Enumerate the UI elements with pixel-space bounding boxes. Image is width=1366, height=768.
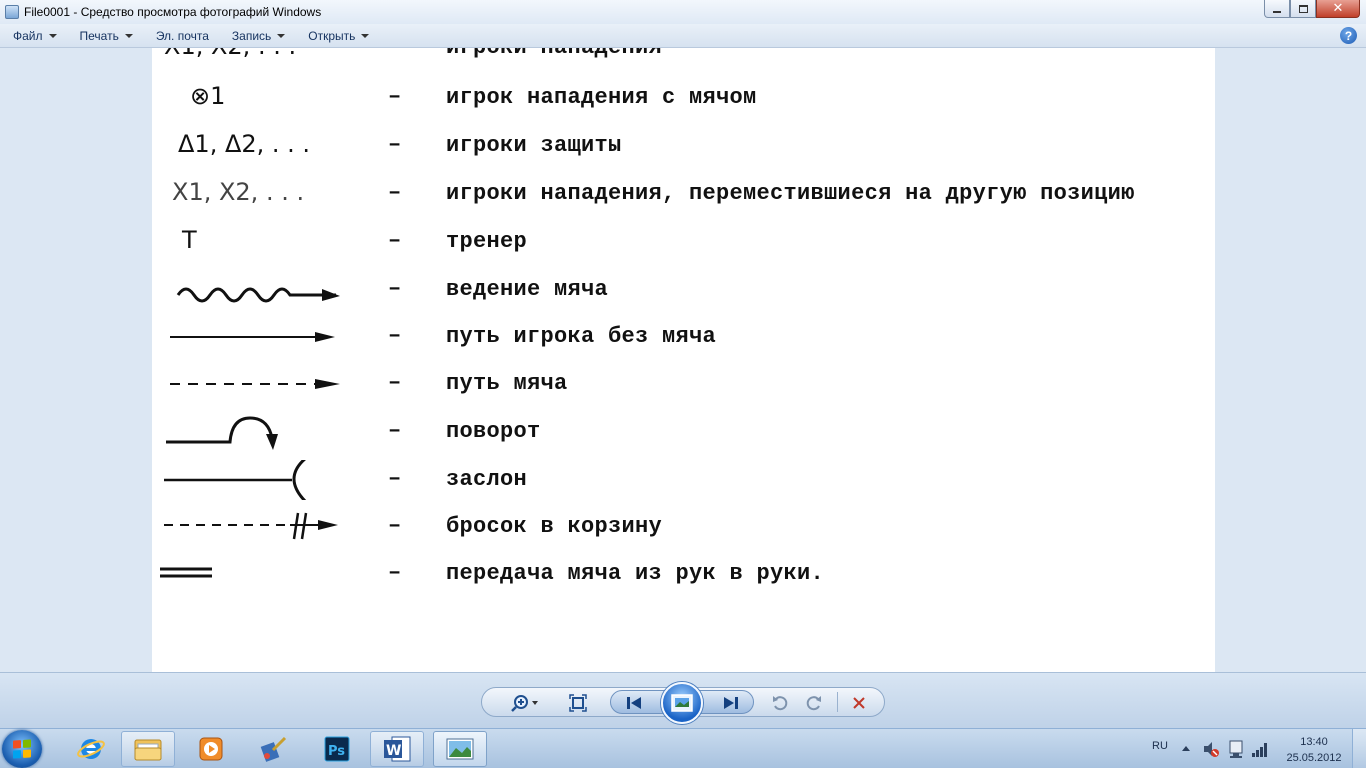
shot-arrow-icon bbox=[164, 512, 338, 540]
chevron-down-icon bbox=[124, 33, 133, 38]
help-icon[interactable]: ? bbox=[1340, 27, 1357, 44]
next-button[interactable] bbox=[719, 693, 743, 713]
taskbar-photo-viewer[interactable] bbox=[433, 731, 487, 767]
language-indicator[interactable]: RU bbox=[1152, 740, 1168, 752]
taskbar-paint-app[interactable] bbox=[247, 731, 301, 767]
actual-size-button[interactable] bbox=[566, 693, 590, 713]
taskbar: Ps W RU 13:40 25.05.2012 bbox=[0, 728, 1366, 768]
menu-email[interactable]: Эл. почта bbox=[143, 29, 219, 43]
menu-open[interactable]: Открыть bbox=[295, 29, 379, 43]
viewer-controls bbox=[0, 672, 1366, 728]
title-bar: File0001 - Средство просмотра фотографий… bbox=[0, 0, 1366, 24]
delete-button[interactable] bbox=[848, 693, 870, 713]
start-button[interactable] bbox=[2, 730, 42, 768]
taskbar-photoshop[interactable]: Ps bbox=[310, 731, 364, 767]
legend-symbol: Т bbox=[182, 226, 197, 254]
menu-burn[interactable]: Запись bbox=[219, 29, 295, 43]
handoff-line-icon bbox=[160, 567, 212, 578]
legend-row: Х1, Х2, . . . – игроки нападения, переме… bbox=[172, 178, 1135, 206]
minimize-icon bbox=[1273, 10, 1281, 13]
close-icon: ✕ bbox=[1332, 1, 1344, 16]
legend-row: ⊗1 – игрок нападения с мячом bbox=[190, 82, 757, 110]
legend-row: Т – тренер bbox=[182, 226, 528, 254]
legend-row: – передача мяча из рук в руки. bbox=[152, 554, 1215, 594]
scanned-document: Х1, Х2, . . . – игроки нападения ⊗1 – иг… bbox=[152, 48, 1215, 672]
legend-row: Х1, Х2, . . . – игроки нападения bbox=[152, 48, 1215, 68]
previous-icon bbox=[627, 697, 641, 709]
show-desktop-button[interactable] bbox=[1352, 729, 1366, 768]
maximize-button[interactable] bbox=[1290, 0, 1316, 18]
screen-line-icon bbox=[164, 460, 307, 500]
legend-row: – ведение мяча bbox=[152, 270, 1215, 310]
word-icon: W bbox=[384, 736, 411, 762]
legend-symbol: Х1, Х2, . . . bbox=[164, 48, 296, 60]
menu-bar: Файл Печать Эл. почта Запись Открыть ? bbox=[0, 24, 1366, 48]
network-icon[interactable] bbox=[1227, 739, 1245, 759]
rotate-right-button[interactable] bbox=[803, 693, 825, 713]
system-clock[interactable]: 13:40 25.05.2012 bbox=[1282, 734, 1346, 766]
svg-text:W: W bbox=[386, 743, 401, 759]
rotate-right-icon bbox=[806, 696, 821, 711]
legend-row: – путь мяча bbox=[152, 364, 1215, 404]
photo-viewer-icon bbox=[446, 738, 474, 760]
window-controls: ✕ bbox=[1264, 0, 1360, 18]
chevron-up-icon[interactable] bbox=[1181, 744, 1191, 752]
actual-size-icon bbox=[569, 694, 587, 712]
internet-explorer-icon bbox=[77, 739, 105, 759]
chevron-down-icon bbox=[48, 33, 57, 38]
folder-icon bbox=[134, 739, 162, 761]
dashed-arrow-icon bbox=[170, 379, 340, 389]
rotate-left-button[interactable] bbox=[769, 693, 791, 713]
legend-symbol: Δ1, Δ2, . . . bbox=[178, 130, 311, 158]
clock-time: 13:40 bbox=[1300, 736, 1328, 748]
separator bbox=[837, 692, 838, 712]
zoom-button[interactable] bbox=[508, 693, 544, 713]
window-title: File0001 - Средство просмотра фотографий… bbox=[24, 5, 322, 19]
delete-icon bbox=[853, 697, 865, 709]
close-button[interactable]: ✕ bbox=[1316, 0, 1360, 18]
taskbar-explorer[interactable] bbox=[121, 731, 175, 767]
legend-symbol: Х1, Х2, . . . bbox=[172, 178, 305, 206]
magnifier-icon bbox=[511, 695, 538, 712]
legend-row: – поворот bbox=[152, 412, 1215, 452]
legend-symbol: ⊗1 bbox=[190, 82, 226, 110]
signal-strength-icon[interactable] bbox=[1251, 741, 1269, 757]
rotate-left-icon bbox=[773, 696, 788, 711]
photo-viewer-icon bbox=[5, 5, 19, 19]
taskbar-internet-explorer[interactable] bbox=[64, 731, 118, 767]
dribble-line-icon bbox=[176, 287, 340, 303]
menu-file[interactable]: Файл bbox=[0, 29, 67, 43]
image-viewport[interactable]: Х1, Х2, . . . – игроки нападения ⊗1 – иг… bbox=[0, 48, 1366, 672]
legend-row: Δ1, Δ2, . . . – игроки защиты bbox=[178, 130, 622, 158]
taskbar-media-player[interactable] bbox=[184, 731, 238, 767]
volume-muted-icon[interactable] bbox=[1202, 740, 1220, 758]
slideshow-icon bbox=[671, 694, 693, 712]
windows-logo-icon bbox=[13, 739, 31, 759]
paint-brush-icon bbox=[260, 736, 287, 762]
clock-date: 25.05.2012 bbox=[1286, 752, 1342, 764]
turn-arrow-icon bbox=[166, 416, 278, 450]
svg-text:Ps: Ps bbox=[328, 744, 345, 759]
menu-print[interactable]: Печать bbox=[67, 29, 143, 43]
slideshow-button[interactable] bbox=[661, 682, 703, 724]
next-icon bbox=[724, 697, 738, 709]
chevron-down-icon bbox=[277, 33, 286, 38]
legend-row: – заслон bbox=[152, 460, 1215, 500]
chevron-down-icon bbox=[361, 33, 370, 38]
photoshop-icon: Ps bbox=[324, 736, 350, 762]
taskbar-word[interactable]: W bbox=[370, 731, 424, 767]
media-player-icon bbox=[199, 737, 223, 761]
minimize-button[interactable] bbox=[1264, 0, 1290, 18]
legend-row: – бросок в корзину bbox=[152, 507, 1215, 547]
maximize-icon bbox=[1298, 4, 1308, 13]
solid-arrow-icon bbox=[170, 332, 335, 342]
legend-row: – путь игрока без мяча bbox=[152, 317, 1215, 357]
previous-button[interactable] bbox=[622, 693, 646, 713]
